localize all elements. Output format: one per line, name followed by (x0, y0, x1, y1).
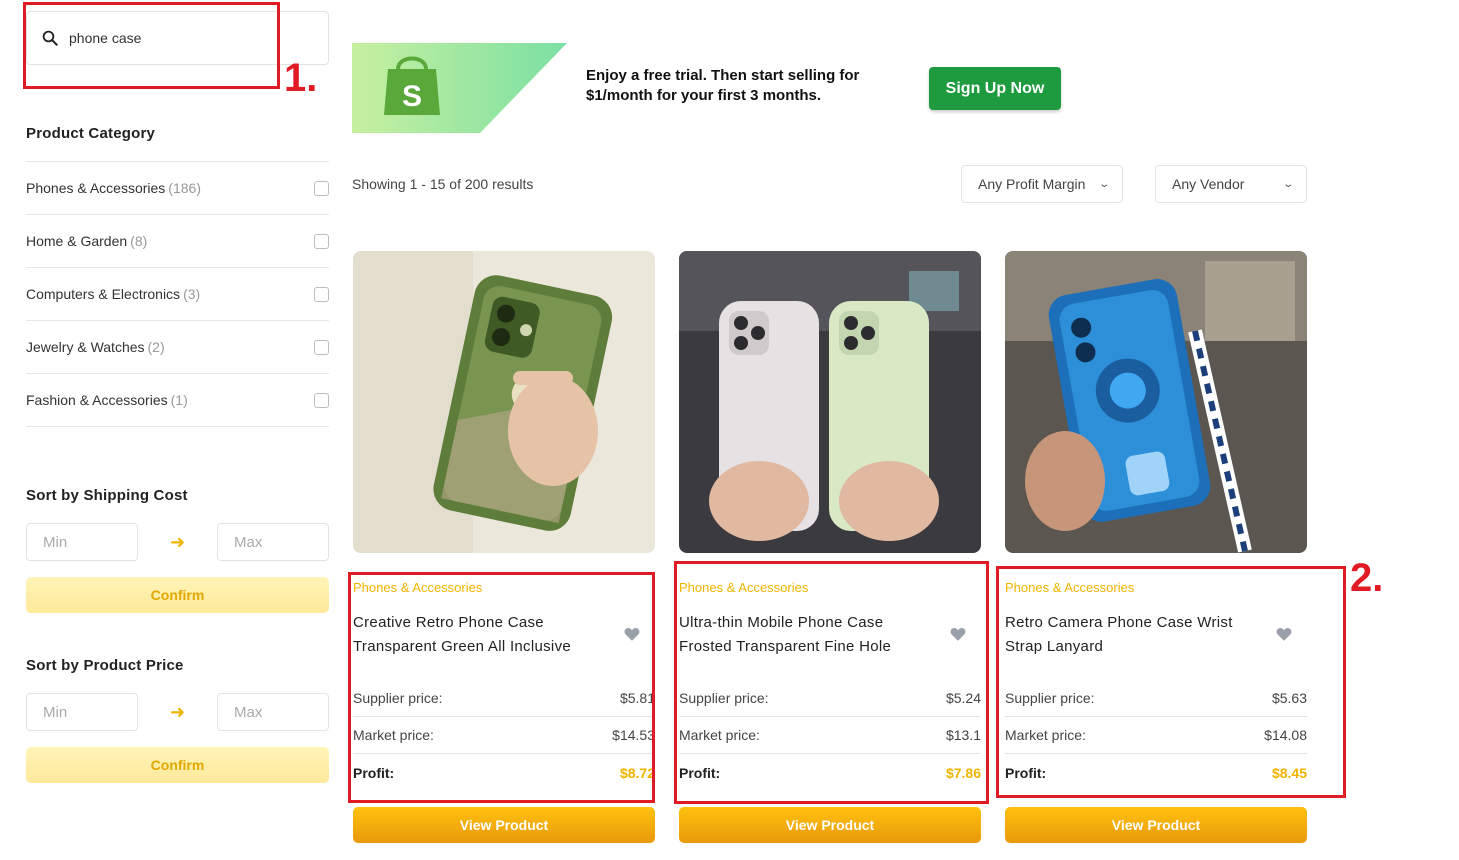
product-card: Phones & Accessories Ultra-thin Mobile P… (679, 251, 981, 843)
supplier-price-value: $5.24 (945, 690, 981, 706)
search-icon (42, 30, 58, 46)
market-price-row: Market price: $14.08 (1005, 717, 1307, 754)
category-name: Computers & Electronics (26, 286, 181, 302)
view-product-button[interactable]: View Product (679, 807, 981, 843)
view-product-button[interactable]: View Product (353, 807, 655, 843)
product-title[interactable]: Retro Camera Phone Case Wrist Strap Lany… (1005, 611, 1255, 659)
supplier-price-label: Supplier price: (353, 690, 443, 706)
vendor-value: Any Vendor (1172, 176, 1245, 192)
profit-value: $8.72 (619, 764, 655, 781)
profit-label: Profit: (679, 764, 721, 781)
shipping-confirm-button[interactable]: Confirm (26, 577, 329, 613)
category-name: Home & Garden (26, 233, 128, 249)
shopify-banner-graphic: S (352, 43, 567, 133)
category-count: (186) (168, 180, 201, 196)
category-item-fashion[interactable]: Fashion & Accessories (1) (26, 374, 329, 427)
chevron-down-icon: ⌄ (1097, 178, 1110, 190)
product-card: Phones & Accessories Creative Retro Phon… (353, 251, 655, 843)
profit-margin-dropdown[interactable]: Any Profit Margin ⌄ (961, 165, 1123, 203)
profit-margin-value: Any Profit Margin (978, 176, 1086, 192)
supplier-price-value: $5.63 (1271, 690, 1307, 706)
annotation-label-2: 2. (1350, 556, 1384, 600)
view-product-button[interactable]: View Product (1005, 807, 1307, 843)
supplier-price-row: Supplier price: $5.81 (353, 680, 655, 717)
category-item-phones[interactable]: Phones & Accessories (186) (26, 162, 329, 215)
heart-icon[interactable] (623, 625, 641, 643)
shipping-sort-title: Sort by Shipping Cost (26, 487, 188, 504)
product-card: Phones & Accessories Retro Camera Phone … (1005, 251, 1307, 843)
category-name: Phones & Accessories (26, 180, 166, 196)
banner-text: Enjoy a free trial. Then start selling f… (586, 66, 896, 106)
category-list: Phones & Accessories (186) Home & Garden(… (26, 161, 329, 427)
product-image[interactable] (679, 251, 981, 553)
price-sort-title: Sort by Product Price (26, 657, 184, 674)
market-price-label: Market price: (679, 727, 760, 743)
category-item-home-garden[interactable]: Home & Garden (8) (26, 215, 329, 268)
category-checkbox[interactable] (314, 233, 329, 249)
category-item-jewelry[interactable]: Jewelry & Watches (2) (26, 321, 329, 374)
supplier-price-row: Supplier price: $5.24 (679, 680, 981, 717)
heart-icon[interactable] (949, 625, 967, 643)
supplier-price-label: Supplier price: (679, 690, 769, 706)
profit-row: Profit: $8.45 (1005, 754, 1307, 791)
vendor-dropdown[interactable]: Any Vendor ⌄ (1155, 165, 1307, 203)
product-category-title: Product Category (26, 125, 156, 142)
product-title[interactable]: Ultra-thin Mobile Phone Case Frosted Tra… (679, 611, 929, 659)
price-min-input[interactable]: Min (26, 693, 138, 731)
category-checkbox[interactable] (314, 339, 329, 355)
product-category: Phones & Accessories (679, 580, 809, 595)
svg-text:S: S (402, 80, 422, 113)
banner-line-1: Enjoy a free trial. Then start selling f… (586, 67, 860, 84)
supplier-price-row: Supplier price: $5.63 (1005, 680, 1307, 717)
market-price-row: Market price: $14.53 (353, 717, 655, 754)
category-checkbox[interactable] (314, 286, 329, 302)
profit-label: Profit: (353, 764, 395, 781)
category-item-computers[interactable]: Computers & Electronics (3) (26, 268, 329, 321)
category-count: (2) (147, 339, 165, 355)
market-price-row: Market price: $13.1 (679, 717, 981, 754)
product-category: Phones & Accessories (1005, 580, 1135, 595)
search-box[interactable] (26, 11, 329, 65)
banner-line-2: $1/month for your first 3 months. (586, 87, 822, 104)
product-image[interactable] (353, 251, 655, 553)
shipping-max-input[interactable]: Max (217, 523, 329, 561)
category-checkbox[interactable] (314, 180, 329, 196)
arrow-right-icon: ➜ (169, 531, 186, 552)
supplier-price-value: $5.81 (619, 690, 655, 706)
market-price-value: $14.53 (612, 727, 655, 743)
market-price-label: Market price: (1005, 727, 1086, 743)
profit-row: Profit: $7.86 (679, 754, 981, 791)
profit-value: $8.45 (1271, 764, 1307, 781)
market-price-value: $13.1 (945, 727, 981, 743)
product-category: Phones & Accessories (353, 580, 483, 595)
arrow-right-icon: ➜ (169, 701, 186, 722)
profit-row: Profit: $8.72 (353, 754, 655, 791)
results-count: Showing 1 - 15 of 200 results (352, 176, 534, 192)
category-count: (8) (130, 233, 148, 249)
product-image[interactable] (1005, 251, 1307, 553)
product-title[interactable]: Creative Retro Phone Case Transparent Gr… (353, 611, 603, 659)
profit-label: Profit: (1005, 764, 1047, 781)
category-name: Fashion & Accessories (26, 392, 168, 408)
price-range: Min ➜ Max (26, 693, 329, 731)
price-max-input[interactable]: Max (217, 693, 329, 731)
category-name: Jewelry & Watches (26, 339, 145, 355)
market-price-value: $14.08 (1264, 727, 1307, 743)
category-count: (3) (183, 286, 201, 302)
sign-up-button[interactable]: Sign Up Now (929, 67, 1061, 110)
price-confirm-button[interactable]: Confirm (26, 747, 329, 783)
profit-value: $7.86 (945, 764, 981, 781)
heart-icon[interactable] (1275, 625, 1293, 643)
shipping-min-input[interactable]: Min (26, 523, 138, 561)
category-checkbox[interactable] (314, 392, 329, 408)
market-price-label: Market price: (353, 727, 434, 743)
category-count: (1) (170, 392, 188, 408)
supplier-price-label: Supplier price: (1005, 690, 1095, 706)
shipping-range: Min ➜ Max (26, 523, 329, 561)
chevron-down-icon: ⌄ (1281, 178, 1294, 190)
search-input[interactable] (69, 30, 309, 46)
